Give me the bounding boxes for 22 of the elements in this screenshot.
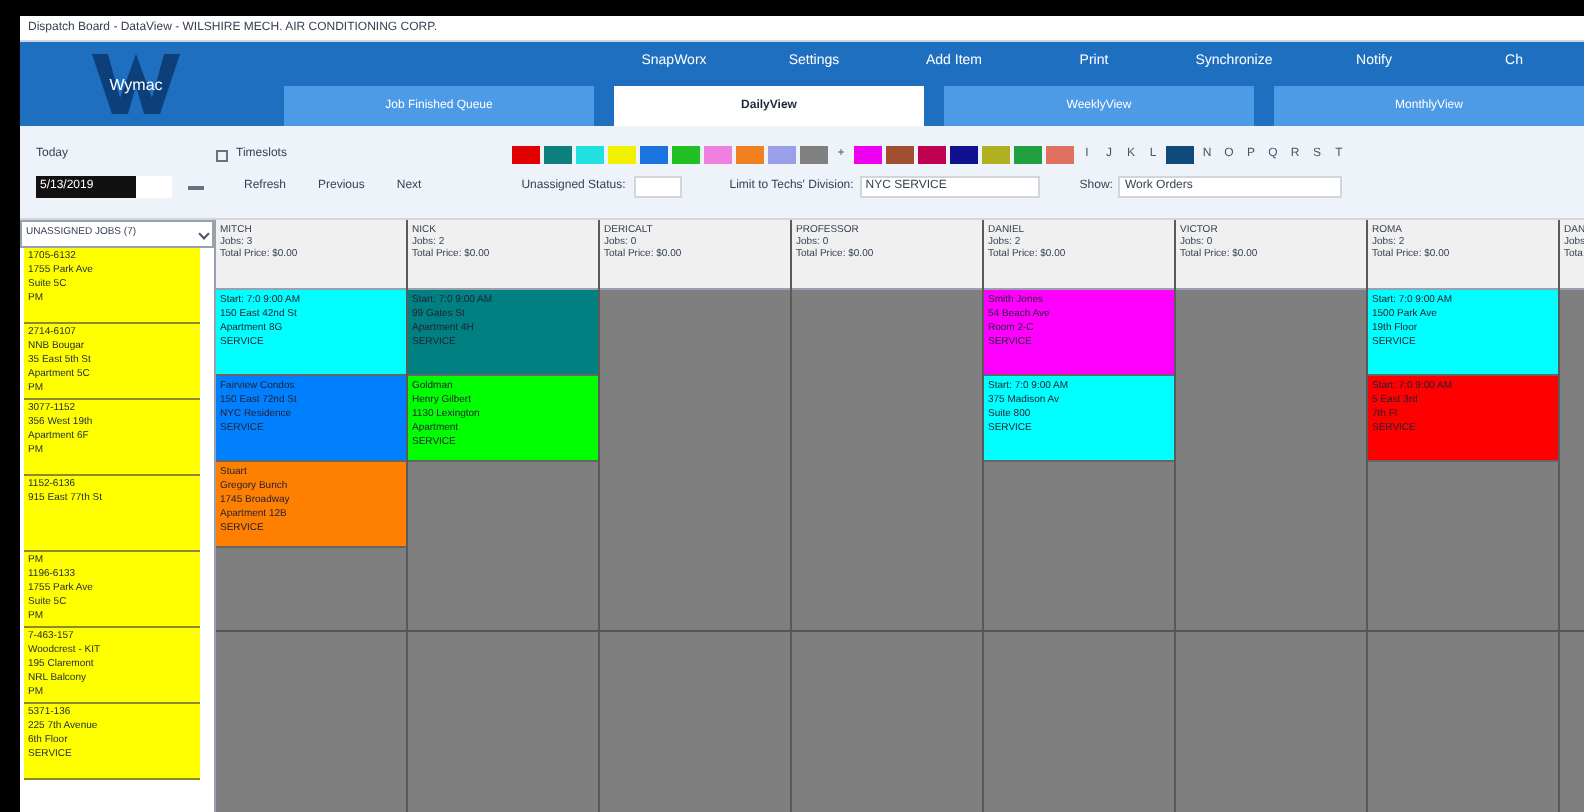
color-swatch[interactable] [768, 146, 796, 164]
color-swatch[interactable] [1166, 146, 1194, 164]
color-swatch[interactable] [886, 146, 914, 164]
color-swatch[interactable] [704, 146, 732, 164]
color-swatch[interactable] [950, 146, 978, 164]
color-swatch[interactable] [640, 146, 668, 164]
color-swatch[interactable] [576, 146, 604, 164]
color-swatch[interactable] [736, 146, 764, 164]
color-swatch[interactable] [918, 146, 946, 164]
logo-text: Wymac [109, 74, 163, 98]
color-swatch[interactable] [1014, 146, 1042, 164]
color-swatch[interactable] [512, 146, 540, 164]
unassigned-status-dropdown[interactable] [633, 176, 682, 198]
color-swatch[interactable] [608, 146, 636, 164]
color-swatch[interactable] [672, 146, 700, 164]
color-swatch[interactable] [800, 146, 828, 164]
color-swatch[interactable] [854, 146, 882, 164]
logo-icon [88, 50, 184, 118]
color-swatch[interactable] [544, 146, 572, 164]
color-swatch[interactable] [982, 146, 1010, 164]
date-picker-button[interactable] [136, 176, 172, 198]
color-swatch[interactable] [1046, 146, 1074, 164]
